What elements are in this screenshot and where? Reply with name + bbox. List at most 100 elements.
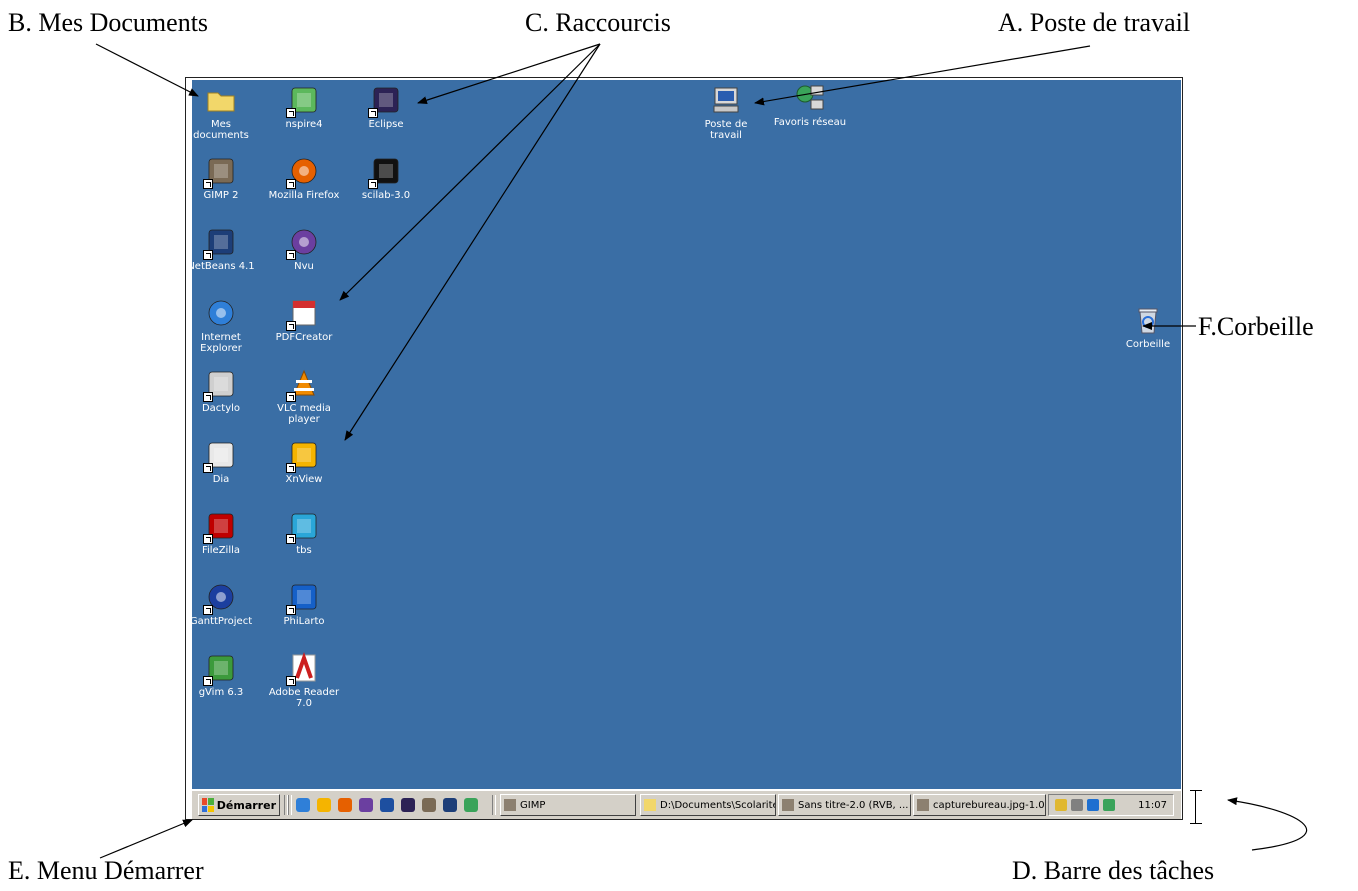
task-button[interactable]: D:\Documents\Scolarité bbox=[640, 794, 776, 816]
task-button-label: capturebureau.jpg-1.0 ( bbox=[933, 799, 1046, 811]
desktop-icon-nvu[interactable]: Nvu bbox=[266, 226, 342, 272]
arrow-barre-des-taches bbox=[1227, 797, 1308, 851]
shortcut-arrow-icon bbox=[286, 321, 296, 331]
quick-launch-firefox-icon[interactable] bbox=[338, 798, 352, 812]
callout-menu-demarrer: E. Menu Démarrer bbox=[8, 856, 204, 885]
tbs-icon bbox=[286, 510, 320, 544]
desktop-icon-network[interactable]: Favoris réseau bbox=[772, 82, 848, 128]
quick-launch-xnview-icon[interactable] bbox=[317, 798, 331, 812]
shortcut-arrow-icon bbox=[368, 108, 378, 118]
arrow-menu-demarrer bbox=[99, 819, 193, 859]
desktop-icon-label: FileZilla bbox=[201, 545, 241, 556]
desktop-icon-label: scilab-3.0 bbox=[361, 190, 411, 201]
ganttproject-icon bbox=[203, 581, 237, 615]
desktop-icon-gvim[interactable]: gVim 6.3 bbox=[183, 652, 259, 698]
gimp-icon bbox=[782, 799, 794, 811]
task-button[interactable]: Sans titre-2.0 (RVB, ... bbox=[778, 794, 911, 816]
desktop-icon-internet-explorer[interactable]: Internet Explorer bbox=[183, 297, 259, 354]
desktop-icon-label: Poste de travail bbox=[704, 119, 748, 141]
desktop-icon-label: Dactylo bbox=[201, 403, 241, 414]
shortcut-arrow-icon bbox=[203, 463, 213, 473]
desktop-icon-label: Nvu bbox=[294, 261, 314, 272]
desktop-icon-filezilla[interactable]: FileZilla bbox=[183, 510, 259, 556]
desktop-icon-tbs[interactable]: tbs bbox=[266, 510, 342, 556]
eclipse-icon bbox=[368, 84, 402, 118]
desktop-icon-label: NetBeans 4.1 bbox=[187, 261, 255, 272]
shortcut-arrow-icon bbox=[286, 250, 296, 260]
desktop-icon-netbeans[interactable]: NetBeans 4.1 bbox=[183, 226, 259, 272]
callout-barre-des-taches: D. Barre des tâches bbox=[1012, 856, 1215, 885]
desktop-icon-scilab[interactable]: scilab-3.0 bbox=[348, 155, 424, 201]
shortcut-arrow-icon bbox=[286, 463, 296, 473]
shortcut-arrow-icon bbox=[203, 676, 213, 686]
quick-launch-network-icon[interactable] bbox=[464, 798, 478, 812]
desktop-icon-label: Adobe Reader 7.0 bbox=[268, 687, 340, 709]
desktop-icon-eclipse[interactable]: Eclipse bbox=[348, 84, 424, 130]
desktop-icon-recycle-bin[interactable]: Corbeille bbox=[1110, 304, 1186, 350]
gimp-icon bbox=[504, 799, 516, 811]
desktop-icon-philarto[interactable]: PhiLarto bbox=[266, 581, 342, 627]
taskbar-bracket-icon bbox=[1190, 790, 1202, 824]
shortcut-arrow-icon bbox=[203, 605, 213, 615]
quick-launch-netbeans-icon[interactable] bbox=[443, 798, 457, 812]
dia-icon bbox=[203, 439, 237, 473]
desktop-icon-ganttproject[interactable]: GanttProject bbox=[183, 581, 259, 627]
firefox-icon bbox=[286, 155, 320, 189]
task-button-label: D:\Documents\Scolarité bbox=[660, 799, 776, 811]
shortcut-arrow-icon bbox=[286, 605, 296, 615]
desktop-icon-nspire[interactable]: nspire4 bbox=[266, 84, 342, 130]
philarto-icon bbox=[286, 581, 320, 615]
desktop-icon-xnview[interactable]: XnView bbox=[266, 439, 342, 485]
shortcut-arrow-icon bbox=[203, 179, 213, 189]
quick-launch-nvu-icon[interactable] bbox=[359, 798, 373, 812]
desktop-icon-label: PDFCreator bbox=[275, 332, 333, 343]
tray-pen-icon[interactable] bbox=[1055, 799, 1067, 811]
desktop-icon-gimp[interactable]: GIMP 2 bbox=[183, 155, 259, 201]
start-button[interactable]: Démarrer bbox=[198, 794, 280, 816]
shortcut-arrow-icon bbox=[368, 179, 378, 189]
desktop-icon-label: Eclipse bbox=[368, 119, 404, 130]
gvim-icon bbox=[203, 652, 237, 686]
callout-poste-de-travail: A. Poste de travail bbox=[998, 8, 1191, 37]
gimp-icon bbox=[203, 155, 237, 189]
task-button[interactable]: GIMP bbox=[500, 794, 636, 816]
desktop-icon-folder[interactable]: Mes documents bbox=[183, 84, 259, 141]
taskbar: Démarrer GIMP D:\Documents\Scolarité Sans … bbox=[192, 790, 1181, 819]
desktop-icon-vlc[interactable]: VLC media player bbox=[266, 368, 342, 425]
xnview-icon bbox=[286, 439, 320, 473]
desktop-icon-computer[interactable]: Poste de travail bbox=[688, 84, 764, 141]
tray-volume-icon[interactable] bbox=[1071, 799, 1083, 811]
quick-launch-internet-explorer-icon[interactable] bbox=[296, 798, 310, 812]
desktop-icon-pdfcreator[interactable]: PDFCreator bbox=[266, 297, 342, 343]
folder-icon bbox=[644, 799, 656, 811]
desktop-icon-keyboard[interactable]: Dactylo bbox=[183, 368, 259, 414]
tray-globe-icon[interactable] bbox=[1103, 799, 1115, 811]
desktop-icon-label: gVim 6.3 bbox=[198, 687, 244, 698]
desktop-icon-label: PhiLarto bbox=[283, 616, 325, 627]
recycle-bin-icon bbox=[1132, 304, 1164, 336]
tray-network-icon[interactable] bbox=[1087, 799, 1099, 811]
taskbar-separator bbox=[492, 795, 496, 815]
task-button-label: GIMP bbox=[520, 799, 546, 811]
callout-raccourcis: C. Raccourcis bbox=[525, 8, 671, 37]
desktop-icon-adobe-reader[interactable]: Adobe Reader 7.0 bbox=[266, 652, 342, 709]
desktop-icon-label: Corbeille bbox=[1125, 339, 1171, 350]
shortcut-arrow-icon bbox=[203, 250, 213, 260]
quick-launch-gimp-icon[interactable] bbox=[422, 798, 436, 812]
shortcut-arrow-icon bbox=[286, 108, 296, 118]
desktop-icon-label: Internet Explorer bbox=[200, 332, 242, 354]
shortcut-arrow-icon bbox=[203, 534, 213, 544]
filezilla-icon bbox=[203, 510, 237, 544]
taskbar-separator bbox=[288, 795, 292, 815]
shortcut-arrow-icon bbox=[286, 534, 296, 544]
shortcut-arrow-icon bbox=[286, 392, 296, 402]
task-button[interactable]: capturebureau.jpg-1.0 ( bbox=[913, 794, 1046, 816]
vlc-icon bbox=[286, 368, 320, 402]
quick-launch-floppy-icon[interactable] bbox=[380, 798, 394, 812]
desktop-icon-firefox[interactable]: Mozilla Firefox bbox=[266, 155, 342, 201]
quick-launch-eclipse-icon[interactable] bbox=[401, 798, 415, 812]
desktop-icon-dia[interactable]: Dia bbox=[183, 439, 259, 485]
shortcut-arrow-icon bbox=[203, 392, 213, 402]
scilab-icon bbox=[368, 155, 402, 189]
callout-mes-documents: B. Mes Documents bbox=[8, 8, 209, 37]
